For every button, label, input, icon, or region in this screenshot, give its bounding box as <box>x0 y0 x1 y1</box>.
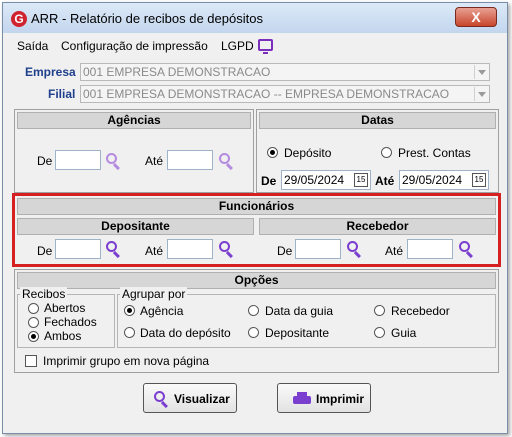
filial-combo[interactable]: 001 EMPRESA DEMONSTRACAO -- EMPRESA DEMO… <box>80 85 490 103</box>
datas-header: Datas <box>259 112 496 129</box>
agencias-ate-input[interactable] <box>167 150 213 170</box>
radio-depositante[interactable] <box>248 327 259 338</box>
agrupar-fieldset: Agrupar por Agência Data da guia Recebed… <box>117 287 496 348</box>
menu-configuracao-impressao[interactable]: Configuração de impressão <box>61 39 208 53</box>
datas-de-input[interactable]: 29/05/2024 15 <box>281 170 371 190</box>
radio-deposito[interactable] <box>267 147 278 158</box>
radio-ambos-label: Ambos <box>44 329 82 343</box>
agencias-ate-label: Até <box>145 154 164 168</box>
radio-prest-contas-label: Prest. Contas <box>398 146 471 160</box>
visualizar-label: Visualizar <box>174 392 230 406</box>
search-icon[interactable] <box>104 152 122 171</box>
chevron-down-icon[interactable] <box>474 65 488 79</box>
agencias-header: Agências <box>17 112 251 129</box>
calendar-icon[interactable]: 15 <box>354 173 368 187</box>
radio-prest-contas[interactable] <box>381 147 392 158</box>
imprimir-button[interactable]: Imprimir <box>277 383 371 413</box>
empresa-label: Empresa <box>25 65 76 79</box>
datas-ate-input[interactable]: 29/05/2024 15 <box>399 170 489 190</box>
empresa-combo[interactable]: 001 EMPRESA DEMONSTRACAO <box>80 63 490 81</box>
agencias-de-label: De <box>37 154 53 168</box>
imprimir-label: Imprimir <box>316 392 365 406</box>
radio-guia-label: Guia <box>391 326 417 340</box>
visualizar-button[interactable]: Visualizar <box>143 383 237 413</box>
radio-agencia-label: Agência <box>140 304 184 318</box>
opcoes-group: Opções Recibos Abertos Fechados Ambos Ag… <box>14 269 499 373</box>
datas-group: Datas Depósito Prest. Contas De 29/05/20… <box>256 109 499 193</box>
radio-data-deposito[interactable] <box>124 327 135 338</box>
radio-fechados[interactable] <box>28 317 39 328</box>
radio-agencia[interactable] <box>124 305 135 316</box>
filial-label: Filial <box>48 87 76 101</box>
datas-ate-label: Até <box>375 174 395 188</box>
monitor-icon[interactable] <box>258 39 273 54</box>
chevron-down-icon[interactable] <box>474 87 488 101</box>
radio-data-guia[interactable] <box>248 305 259 316</box>
search-icon[interactable] <box>217 152 235 171</box>
app-logo-icon: G <box>11 11 27 27</box>
opcoes-header: Opções <box>17 272 496 289</box>
radio-depositante-label: Depositante <box>265 326 330 340</box>
report-window: G ARR - Relatório de recibos de depósito… <box>2 2 508 434</box>
radio-abertos[interactable] <box>28 303 39 314</box>
menu-saida[interactable]: Saída <box>17 39 48 53</box>
empresa-value: 001 EMPRESA DEMONSTRACAO <box>83 65 271 79</box>
radio-abertos-label: Abertos <box>44 301 86 315</box>
printer-icon <box>293 392 311 406</box>
filial-value: 001 EMPRESA DEMONSTRACAO -- EMPRESA DEMO… <box>83 87 450 101</box>
radio-data-guia-label: Data da guia <box>265 304 334 318</box>
menu-lgpd[interactable]: LGPD <box>221 39 254 53</box>
agrupar-legend: Agrupar por <box>120 287 188 301</box>
radio-fechados-label: Fechados <box>44 315 97 329</box>
radio-guia[interactable] <box>374 327 385 338</box>
agencias-de-input[interactable] <box>55 150 101 170</box>
title-bar: G ARR - Relatório de recibos de depósito… <box>3 3 507 33</box>
recibos-legend: Recibos <box>20 287 68 301</box>
window-title: ARR - Relatório de recibos de depósitos <box>31 11 263 26</box>
radio-recebedor[interactable] <box>374 305 385 316</box>
radio-data-deposito-label: Data do depósito <box>140 326 231 340</box>
radio-deposito-label: Depósito <box>284 146 332 160</box>
imprimir-grupo-checkbox[interactable] <box>25 355 37 367</box>
radio-ambos[interactable] <box>28 331 39 342</box>
imprimir-grupo-label: Imprimir grupo em nova página <box>43 354 210 368</box>
search-icon <box>152 390 170 409</box>
funcionarios-highlight <box>12 193 501 267</box>
calendar-icon[interactable]: 15 <box>472 173 486 187</box>
recibos-fieldset: Recibos Abertos Fechados Ambos <box>17 287 115 348</box>
agencias-group: Agências De Até <box>14 109 254 193</box>
datas-de-value: 29/05/2024 <box>284 173 345 187</box>
radio-recebedor-label: Recebedor <box>391 304 450 318</box>
datas-ate-value: 29/05/2024 <box>402 173 463 187</box>
close-button[interactable]: X <box>455 7 497 27</box>
datas-de-label: De <box>261 174 277 188</box>
menu-bar: Saída Configuração de impressão LGPD <box>3 33 507 57</box>
